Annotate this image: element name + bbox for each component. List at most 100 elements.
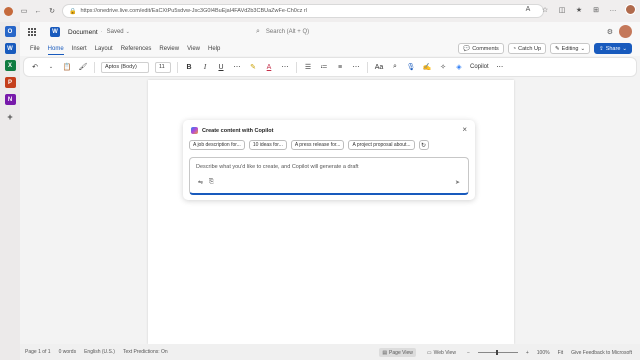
feedback-link[interactable]: Give Feedback to Microsoft (571, 350, 632, 356)
chevron-down-icon: ⌄ (622, 45, 627, 52)
font-name-select[interactable]: Aptos (Body) (101, 61, 149, 73)
catch-up-label: Catch Up (518, 45, 542, 52)
favorite-icon[interactable]: ☆ (540, 5, 550, 15)
user-avatar[interactable] (619, 25, 632, 38)
styles-icon[interactable]: Aa (374, 62, 384, 73)
text-predictions[interactable]: Text Predictions: On (123, 349, 168, 355)
zoom-out-icon[interactable]: − (467, 350, 470, 356)
tab-review[interactable]: Review (159, 46, 179, 52)
status-bar: Page 1 of 1 0 words English (U.S.) Text … (20, 344, 640, 360)
editing-mode-button[interactable]: ✎ Editing ⌄ (550, 43, 591, 54)
fit-button[interactable]: Fit (558, 350, 564, 356)
chevron-down-icon[interactable]: ⌄ (126, 29, 130, 35)
web-view-button[interactable]: ▭ Web View (424, 348, 459, 357)
tab-actions-icon[interactable]: ▭ (19, 6, 29, 16)
find-icon[interactable]: ⌕ (390, 62, 400, 73)
saved-status[interactable]: Saved (107, 29, 124, 35)
address-bar[interactable]: 🔒 https://onedrive.live.com/edit/EaCXtPu… (62, 4, 544, 18)
tab-file[interactable]: File (30, 46, 40, 52)
font-color-icon[interactable]: A (264, 62, 274, 73)
more-paragraph-icon[interactable]: ⋯ (351, 62, 361, 73)
bullets-icon[interactable]: ☰ (303, 62, 313, 73)
search-icon: ⌕ (256, 28, 260, 35)
word-count[interactable]: 0 words (59, 349, 77, 355)
reference-file-icon[interactable]: ⇋ (198, 179, 203, 186)
tab-insert[interactable]: Insert (72, 46, 87, 52)
add-app-icon[interactable]: + (5, 111, 16, 122)
copilot-prompt-input[interactable]: Describe what you'd like to create, and … (189, 157, 469, 195)
tab-help[interactable]: Help (208, 46, 220, 52)
copilot-ribbon-icon[interactable]: ◈ (454, 62, 464, 73)
tab-references[interactable]: References (121, 46, 152, 52)
app-launcher-icon[interactable] (28, 28, 36, 36)
prompt-placeholder: Describe what you'd like to create, and … (196, 164, 359, 170)
settings-icon[interactable]: ⚙ (607, 28, 613, 36)
numbering-icon[interactable]: ≔ (319, 62, 329, 73)
document-name[interactable]: Document (68, 29, 98, 36)
dictate-icon[interactable]: 🎙 (406, 62, 416, 73)
designer-icon[interactable]: ✧ (438, 62, 448, 73)
page-view-button[interactable]: ▤ Page View (379, 348, 416, 357)
suggestion-chip[interactable]: 10 ideas for... (248, 140, 287, 150)
comments-label: Comments (472, 45, 499, 52)
more-icon[interactable]: … (608, 5, 618, 15)
excel-icon[interactable]: X (4, 60, 16, 71)
highlight-icon[interactable]: ✎ (248, 62, 258, 73)
outlook-icon[interactable]: O (4, 26, 16, 37)
onenote-icon[interactable]: N (4, 94, 16, 105)
home-ribbon: ↶ ⌄ 📋 🖌 Aptos (Body) 11 B I U ⋯ ✎ A ⋯ ☰ … (24, 58, 636, 76)
search-placeholder: Search (Alt + Q) (265, 29, 310, 35)
more-font-icon[interactable]: ⋯ (280, 62, 290, 73)
zoom-in-icon[interactable]: + (526, 350, 529, 356)
suggestion-chip[interactable]: A project proposal about... (348, 140, 415, 150)
tab-view[interactable]: View (187, 46, 200, 52)
close-icon[interactable]: × (462, 125, 467, 134)
ribbon-more-icon[interactable]: ⋯ (495, 62, 505, 73)
attach-icon[interactable]: ⎘ (209, 179, 214, 186)
bold-button[interactable]: B (184, 62, 194, 73)
undo-icon[interactable]: ↶ (30, 62, 40, 73)
split-screen-icon[interactable]: ◫ (557, 5, 567, 15)
align-icon[interactable]: ≡ (335, 62, 345, 73)
browser-profile-icon[interactable] (4, 6, 13, 16)
browser-avatar[interactable] (625, 4, 636, 15)
tab-layout[interactable]: Layout (95, 46, 113, 52)
favorites-icon[interactable]: ★ (574, 5, 584, 15)
comments-button[interactable]: 💬 Comments (458, 43, 504, 54)
copilot-ribbon-label[interactable]: Copilot (470, 64, 489, 70)
reader-icon[interactable]: A (523, 5, 533, 15)
underline-button[interactable]: U (216, 62, 226, 73)
collections-icon[interactable]: ⊞ (591, 5, 601, 15)
chevron-down-icon[interactable]: ⌄ (46, 62, 56, 73)
zoom-slider[interactable] (477, 350, 518, 355)
refresh-suggestions-icon[interactable]: ↻ (418, 140, 429, 150)
paste-icon[interactable]: 📋 (62, 62, 72, 73)
copilot-icon (191, 127, 198, 134)
italic-button[interactable]: I (200, 62, 210, 73)
font-size-select[interactable]: 11 (155, 61, 171, 73)
send-icon[interactable]: ➤ (455, 179, 460, 186)
copilot-dialog-header: Create content with Copilot (191, 127, 274, 134)
share-button[interactable]: ⇪ Share ⌄ (594, 43, 632, 54)
catch-up-button[interactable]: ◔ Catch Up (507, 43, 547, 54)
divider (367, 61, 368, 73)
suggestion-chip[interactable]: A job description for... (189, 140, 245, 150)
font-name-value: Aptos (Body) (105, 64, 137, 70)
tab-home[interactable]: Home (47, 46, 64, 55)
refresh-icon[interactable]: ↻ (47, 6, 57, 16)
editor-icon[interactable]: ✍ (422, 62, 432, 73)
suggestion-chip[interactable]: A press release for... (290, 140, 345, 150)
powerpoint-icon[interactable]: P (4, 77, 16, 88)
word-icon[interactable]: W (4, 43, 16, 54)
suggestion-chips: A job description for... 10 ideas for...… (189, 140, 429, 150)
zoom-level[interactable]: 100% (537, 350, 550, 356)
browser-toolbar: ▭ ← ↻ 🔒 https://onedrive.live.com/edit/E… (0, 0, 640, 22)
copilot-dialog: Create content with Copilot × A job desc… (183, 120, 475, 200)
format-painter-icon[interactable]: 🖌 (78, 62, 88, 73)
search-box[interactable]: ⌕ Search (Alt + Q) (256, 26, 436, 38)
back-icon[interactable]: ← (33, 6, 43, 16)
language[interactable]: English (U.S.) (84, 349, 115, 355)
page-count[interactable]: Page 1 of 1 (25, 349, 51, 355)
word-title-bar: W Document · Saved ⌄ ⌕ Search (Alt + Q) … (20, 22, 640, 42)
strikethrough-icon[interactable]: ⋯ (232, 62, 242, 73)
